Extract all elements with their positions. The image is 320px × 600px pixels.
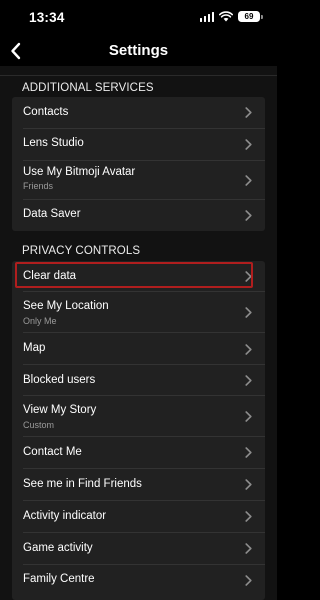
chevron-right-icon bbox=[245, 375, 252, 386]
row-label: Blocked users bbox=[23, 374, 96, 386]
row-label: Family Centre bbox=[23, 573, 95, 585]
chevron-right-icon bbox=[245, 175, 252, 186]
chevron-right-icon bbox=[245, 271, 252, 282]
chevron-right-icon bbox=[245, 479, 252, 490]
status-time: 13:34 bbox=[29, 10, 65, 25]
chevron-right-icon bbox=[245, 139, 252, 150]
row-sublabel: Friends bbox=[23, 181, 54, 191]
settings-row-bitmoji-avatar[interactable]: Use My Bitmoji Avatar Friends bbox=[12, 161, 265, 199]
privacy-controls-card: Clear data See My Location Only Me Map B… bbox=[12, 261, 265, 600]
settings-row-lens-studio[interactable]: Lens Studio bbox=[12, 129, 265, 160]
status-bar: 13:34 69 bbox=[0, 0, 277, 36]
row-label: View My Story bbox=[23, 404, 97, 416]
row-sublabel: Custom bbox=[23, 420, 55, 430]
row-label: Data Saver bbox=[23, 208, 81, 220]
settings-row-map[interactable]: Map bbox=[12, 333, 265, 364]
chevron-right-icon bbox=[245, 575, 252, 586]
settings-row-find-friends[interactable]: See me in Find Friends bbox=[12, 469, 265, 500]
chevron-right-icon bbox=[245, 344, 252, 355]
row-label: Lens Studio bbox=[23, 137, 84, 149]
section-title: PRIVACY CONTROLS bbox=[22, 245, 141, 257]
battery-icon: 69 bbox=[238, 11, 263, 22]
row-label: Map bbox=[23, 342, 46, 354]
chevron-right-icon bbox=[245, 447, 252, 458]
chevron-right-icon bbox=[245, 210, 252, 221]
settings-screen: 13:34 69 Settings ADDITIONAL SERVICES Co… bbox=[0, 0, 277, 600]
row-label: Contact Me bbox=[23, 446, 82, 458]
chevron-right-icon bbox=[245, 511, 252, 522]
settings-row-activity-indicator[interactable]: Activity indicator bbox=[12, 501, 265, 532]
settings-row-family-centre[interactable]: Family Centre bbox=[12, 565, 265, 596]
chevron-right-icon bbox=[245, 307, 252, 318]
wifi-icon bbox=[219, 11, 233, 22]
row-label: Use My Bitmoji Avatar bbox=[23, 166, 136, 178]
header-divider bbox=[0, 75, 277, 76]
chevron-right-icon bbox=[245, 543, 252, 554]
row-sublabel: Only Me bbox=[23, 316, 57, 326]
section-title: ADDITIONAL SERVICES bbox=[22, 82, 154, 94]
row-label: Clear data bbox=[23, 270, 77, 282]
settings-row-game-activity[interactable]: Game activity bbox=[12, 533, 265, 564]
settings-row-data-saver[interactable]: Data Saver bbox=[12, 200, 265, 231]
row-label: Activity indicator bbox=[23, 510, 107, 522]
settings-row-contacts[interactable]: Contacts bbox=[12, 97, 265, 128]
header: Settings bbox=[0, 36, 277, 66]
additional-services-card: Contacts Lens Studio Use My Bitmoji Avat… bbox=[12, 97, 265, 231]
signal-icon bbox=[199, 11, 214, 22]
status-icons: 69 bbox=[199, 11, 263, 22]
page-title: Settings bbox=[108, 42, 169, 59]
row-label: Contacts bbox=[23, 106, 69, 118]
settings-row-see-my-location[interactable]: See My Location Only Me bbox=[12, 292, 265, 332]
row-label: Game activity bbox=[23, 542, 93, 554]
settings-row-view-my-story[interactable]: View My Story Custom bbox=[12, 396, 265, 436]
settings-row-clear-data[interactable]: Clear data bbox=[12, 261, 265, 291]
settings-row-blocked-users[interactable]: Blocked users bbox=[12, 365, 265, 395]
chevron-right-icon bbox=[245, 107, 252, 118]
settings-row-contact-me[interactable]: Contact Me bbox=[12, 437, 265, 468]
row-label: See me in Find Friends bbox=[23, 478, 142, 490]
row-label: See My Location bbox=[23, 300, 109, 312]
chevron-right-icon bbox=[245, 411, 252, 422]
